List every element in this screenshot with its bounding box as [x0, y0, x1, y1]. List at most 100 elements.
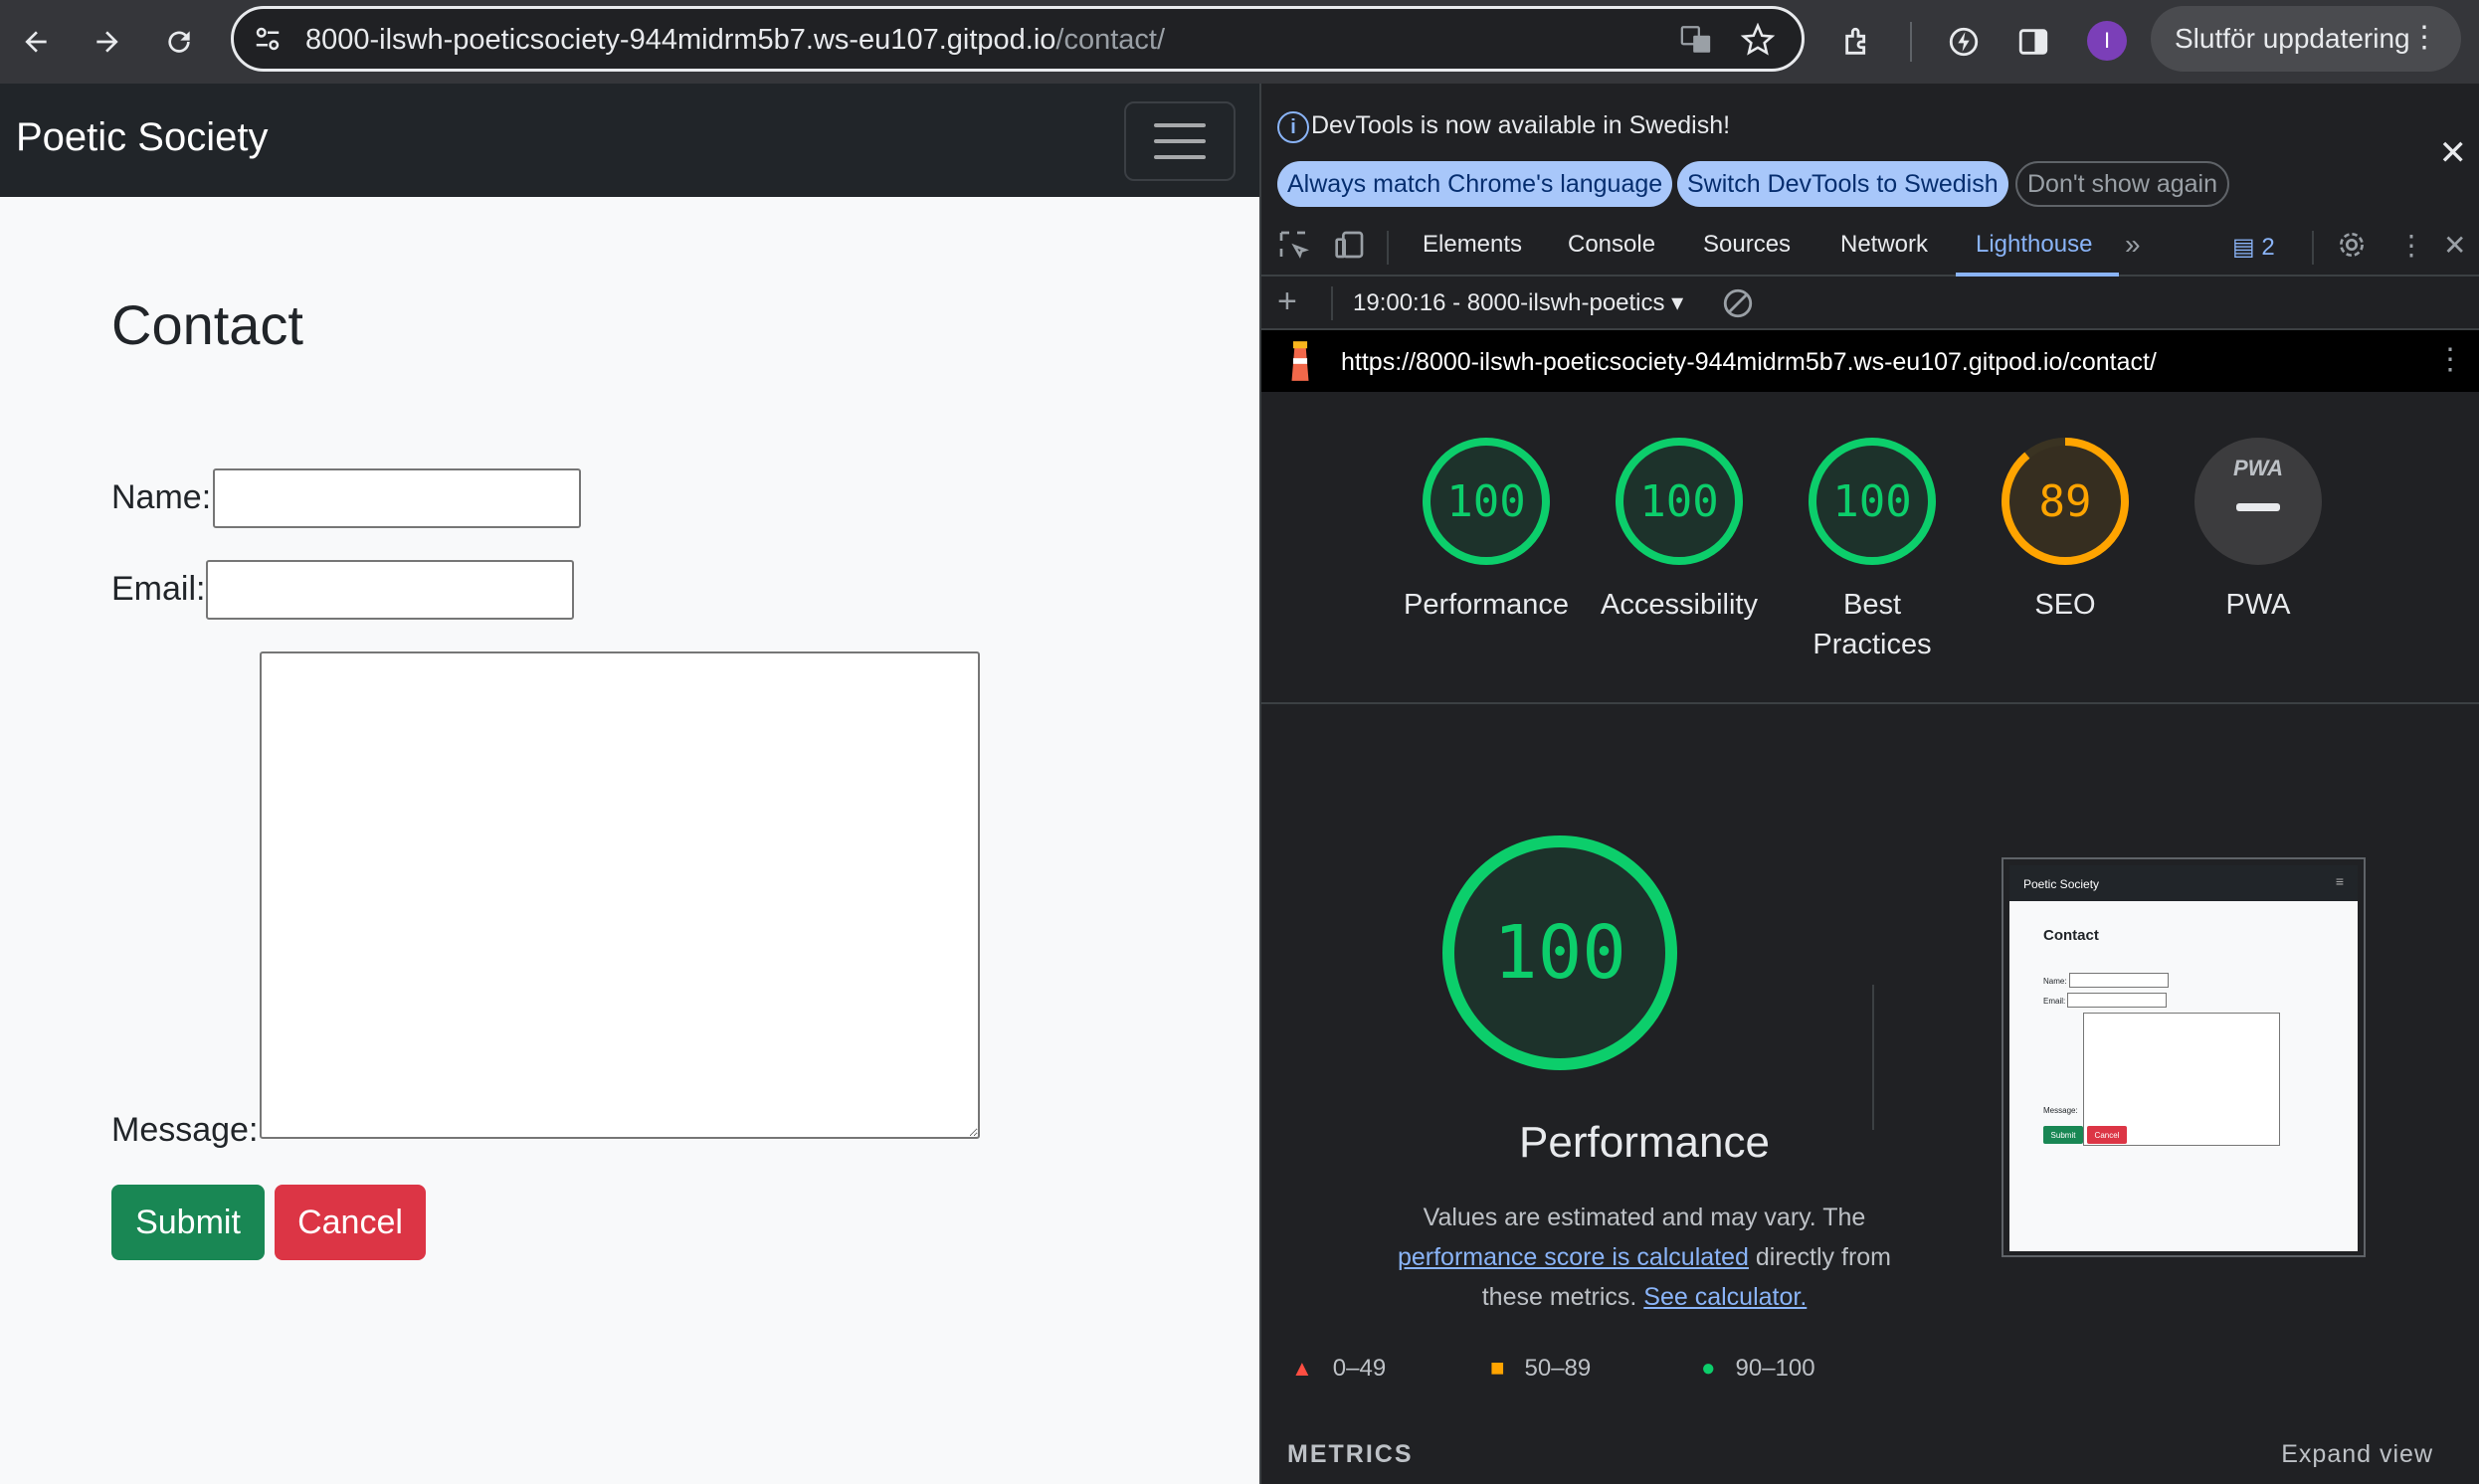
new-report-icon[interactable]: + [1277, 282, 1297, 321]
performance-icon[interactable] [1940, 18, 1988, 66]
site-settings-icon[interactable] [252, 24, 284, 59]
translate-icon[interactable] [1678, 23, 1714, 62]
score-seo: 89 [2038, 475, 2092, 527]
score-calculated-link[interactable]: performance score is calculated [1398, 1243, 1749, 1271]
thumb-hamburger-icon: ≡ [2335, 873, 2344, 889]
label-best: Best [1842, 589, 1902, 621]
expand-view-button[interactable]: Expand view [2281, 1440, 2433, 1469]
profile-avatar[interactable]: I [2087, 21, 2127, 61]
report-select[interactable]: 19:00:16 - 8000-ilswh-poetics ▾ [1353, 288, 1683, 317]
info-icon: i [1277, 111, 1309, 143]
lighthouse-toolbar: + 19:00:16 - 8000-ilswh-poetics ▾ [1261, 277, 2479, 330]
report-menu-icon[interactable]: ⋮ [2435, 342, 2465, 377]
name-label: Name: [111, 478, 212, 516]
devtools-tabbar: Elements Console Sources Network Lightho… [1261, 219, 2479, 277]
legend-pass-label: 90–100 [1735, 1355, 1815, 1382]
navbar-toggler-button[interactable] [1124, 101, 1236, 181]
fail-triangle-icon: ▲ [1291, 1356, 1313, 1381]
report-url: https://8000-ilswh-poeticsociety-944midr… [1341, 348, 2157, 376]
extensions-icon[interactable] [1834, 18, 1882, 66]
issues-count: 2 [2261, 234, 2275, 261]
main-title: Performance [1519, 1118, 1770, 1167]
legend-pass: ● 90–100 [1701, 1355, 1815, 1383]
hamburger-icon [1154, 123, 1206, 159]
issues-icon: ▤ [2232, 234, 2255, 261]
desc-text-3: these metrics. [1481, 1283, 1637, 1311]
more-tabs-icon[interactable]: » [2125, 229, 2141, 261]
tab-separator [1387, 231, 1389, 265]
thumb-title: Contact [2043, 927, 2099, 944]
forward-icon[interactable] [84, 18, 131, 66]
close-devtools-icon[interactable]: ✕ [2443, 229, 2466, 262]
cancel-button[interactable]: Cancel [275, 1185, 426, 1260]
page-title: Contact [111, 293, 303, 356]
settings-gear-icon[interactable] [2336, 229, 2368, 268]
message-textarea[interactable] [260, 651, 980, 1139]
score-description: Values are estimated and may vary. The p… [1301, 1198, 1988, 1317]
toolbar-separator-2 [1331, 286, 1333, 320]
thumb-name-field [2069, 973, 2169, 988]
label-best-practices: Best Practices [1773, 585, 1972, 664]
pwa-badge-icon: PWA [2232, 456, 2284, 480]
submit-button[interactable]: Submit [111, 1185, 265, 1260]
gauge-pwa[interactable]: PWA [2193, 436, 2324, 567]
thumb-message-label: Message: [2043, 1106, 2078, 1115]
devtools-menu-icon[interactable]: ⋮ [2397, 229, 2425, 262]
web-page: Poetic Society Contact Name: Email: Mess… [0, 84, 1259, 1484]
final-screenshot: Poetic Society ≡ Contact Name: Email: Mes… [2009, 865, 2358, 1251]
pass-circle-icon: ● [1701, 1355, 1716, 1382]
report-select-label: 19:00:16 - 8000-ilswh-poetics [1353, 289, 1665, 316]
gauge-best-practices[interactable]: 100 [1807, 436, 1938, 567]
thumb-submit: Submit [2043, 1126, 2083, 1144]
score-performance: 100 [1446, 475, 1526, 527]
url-path: /contact/ [1055, 24, 1166, 56]
tab-console[interactable]: Console [1568, 231, 1655, 259]
email-label: Email: [111, 570, 206, 608]
dont-show-again-button[interactable]: Don't show again [2015, 161, 2230, 207]
match-language-button[interactable]: Always match Chrome's language [1277, 161, 1673, 207]
browser-toolbar: 8000-ilswh-poeticsociety-944midrm5b7.ws-… [0, 0, 2479, 84]
address-bar[interactable]: 8000-ilswh-poeticsociety-944midrm5b7.ws-… [231, 6, 1805, 72]
legend-fail: ▲ 0–49 [1291, 1355, 1386, 1383]
main-score: 100 [1493, 910, 1626, 996]
tab-lighthouse[interactable]: Lighthouse [1976, 231, 2092, 259]
inspect-element-icon[interactable] [1277, 229, 1309, 268]
thumb-name-label: Name: [2043, 977, 2067, 986]
switch-language-button[interactable]: Switch DevTools to Swedish [1677, 161, 2008, 207]
device-toolbar-icon[interactable] [1333, 229, 1367, 268]
update-button-label: Slutför uppdatering [2175, 23, 2410, 54]
final-screenshot-frame[interactable]: Poetic Society ≡ Contact Name: Email: Mes… [2002, 857, 2366, 1257]
message-label: Message: [111, 1111, 259, 1149]
pwa-dash-icon [2236, 503, 2280, 511]
infobar-message: DevTools is now available in Swedish! [1311, 111, 1731, 139]
close-icon[interactable]: ✕ [2439, 133, 2468, 173]
bookmark-star-icon[interactable] [1740, 22, 1776, 62]
thumb-email-field [2067, 993, 2167, 1008]
average-square-icon: ■ [1490, 1355, 1505, 1382]
issues-badge[interactable]: ▤ 2 [2232, 233, 2275, 262]
email-field[interactable] [206, 560, 574, 620]
tab-sources[interactable]: Sources [1703, 231, 1791, 259]
tab-separator-2 [2312, 231, 2314, 265]
back-icon[interactable] [12, 18, 60, 66]
gauge-accessibility[interactable]: 100 [1614, 436, 1745, 567]
tab-network[interactable]: Network [1840, 231, 1928, 259]
desc-text-1: Values are estimated and may vary. The [1423, 1204, 1866, 1231]
clear-reports-icon[interactable] [1721, 286, 1755, 325]
see-calculator-link[interactable]: See calculator. [1643, 1283, 1807, 1311]
metrics-heading: METRICS [1287, 1440, 1414, 1468]
update-button[interactable]: Slutför uppdatering ⋮ [2151, 6, 2461, 72]
side-panel-icon[interactable] [2009, 18, 2057, 66]
gauge-performance[interactable]: 100 [1421, 436, 1552, 567]
site-brand[interactable]: Poetic Society [16, 115, 268, 160]
more-menu-icon: ⋮ [2409, 21, 2439, 54]
reload-icon[interactable] [155, 18, 203, 66]
legend-average: ■ 50–89 [1490, 1355, 1591, 1383]
lighthouse-icon [1283, 338, 1317, 389]
section-divider [1261, 702, 2479, 704]
gauge-seo[interactable]: 89 [2000, 436, 2131, 567]
tab-elements[interactable]: Elements [1423, 231, 1522, 259]
label-performance: Performance [1403, 589, 1569, 621]
name-field[interactable] [213, 468, 581, 528]
url-text: 8000-ilswh-poeticsociety-944midrm5b7.ws-… [305, 9, 1165, 69]
